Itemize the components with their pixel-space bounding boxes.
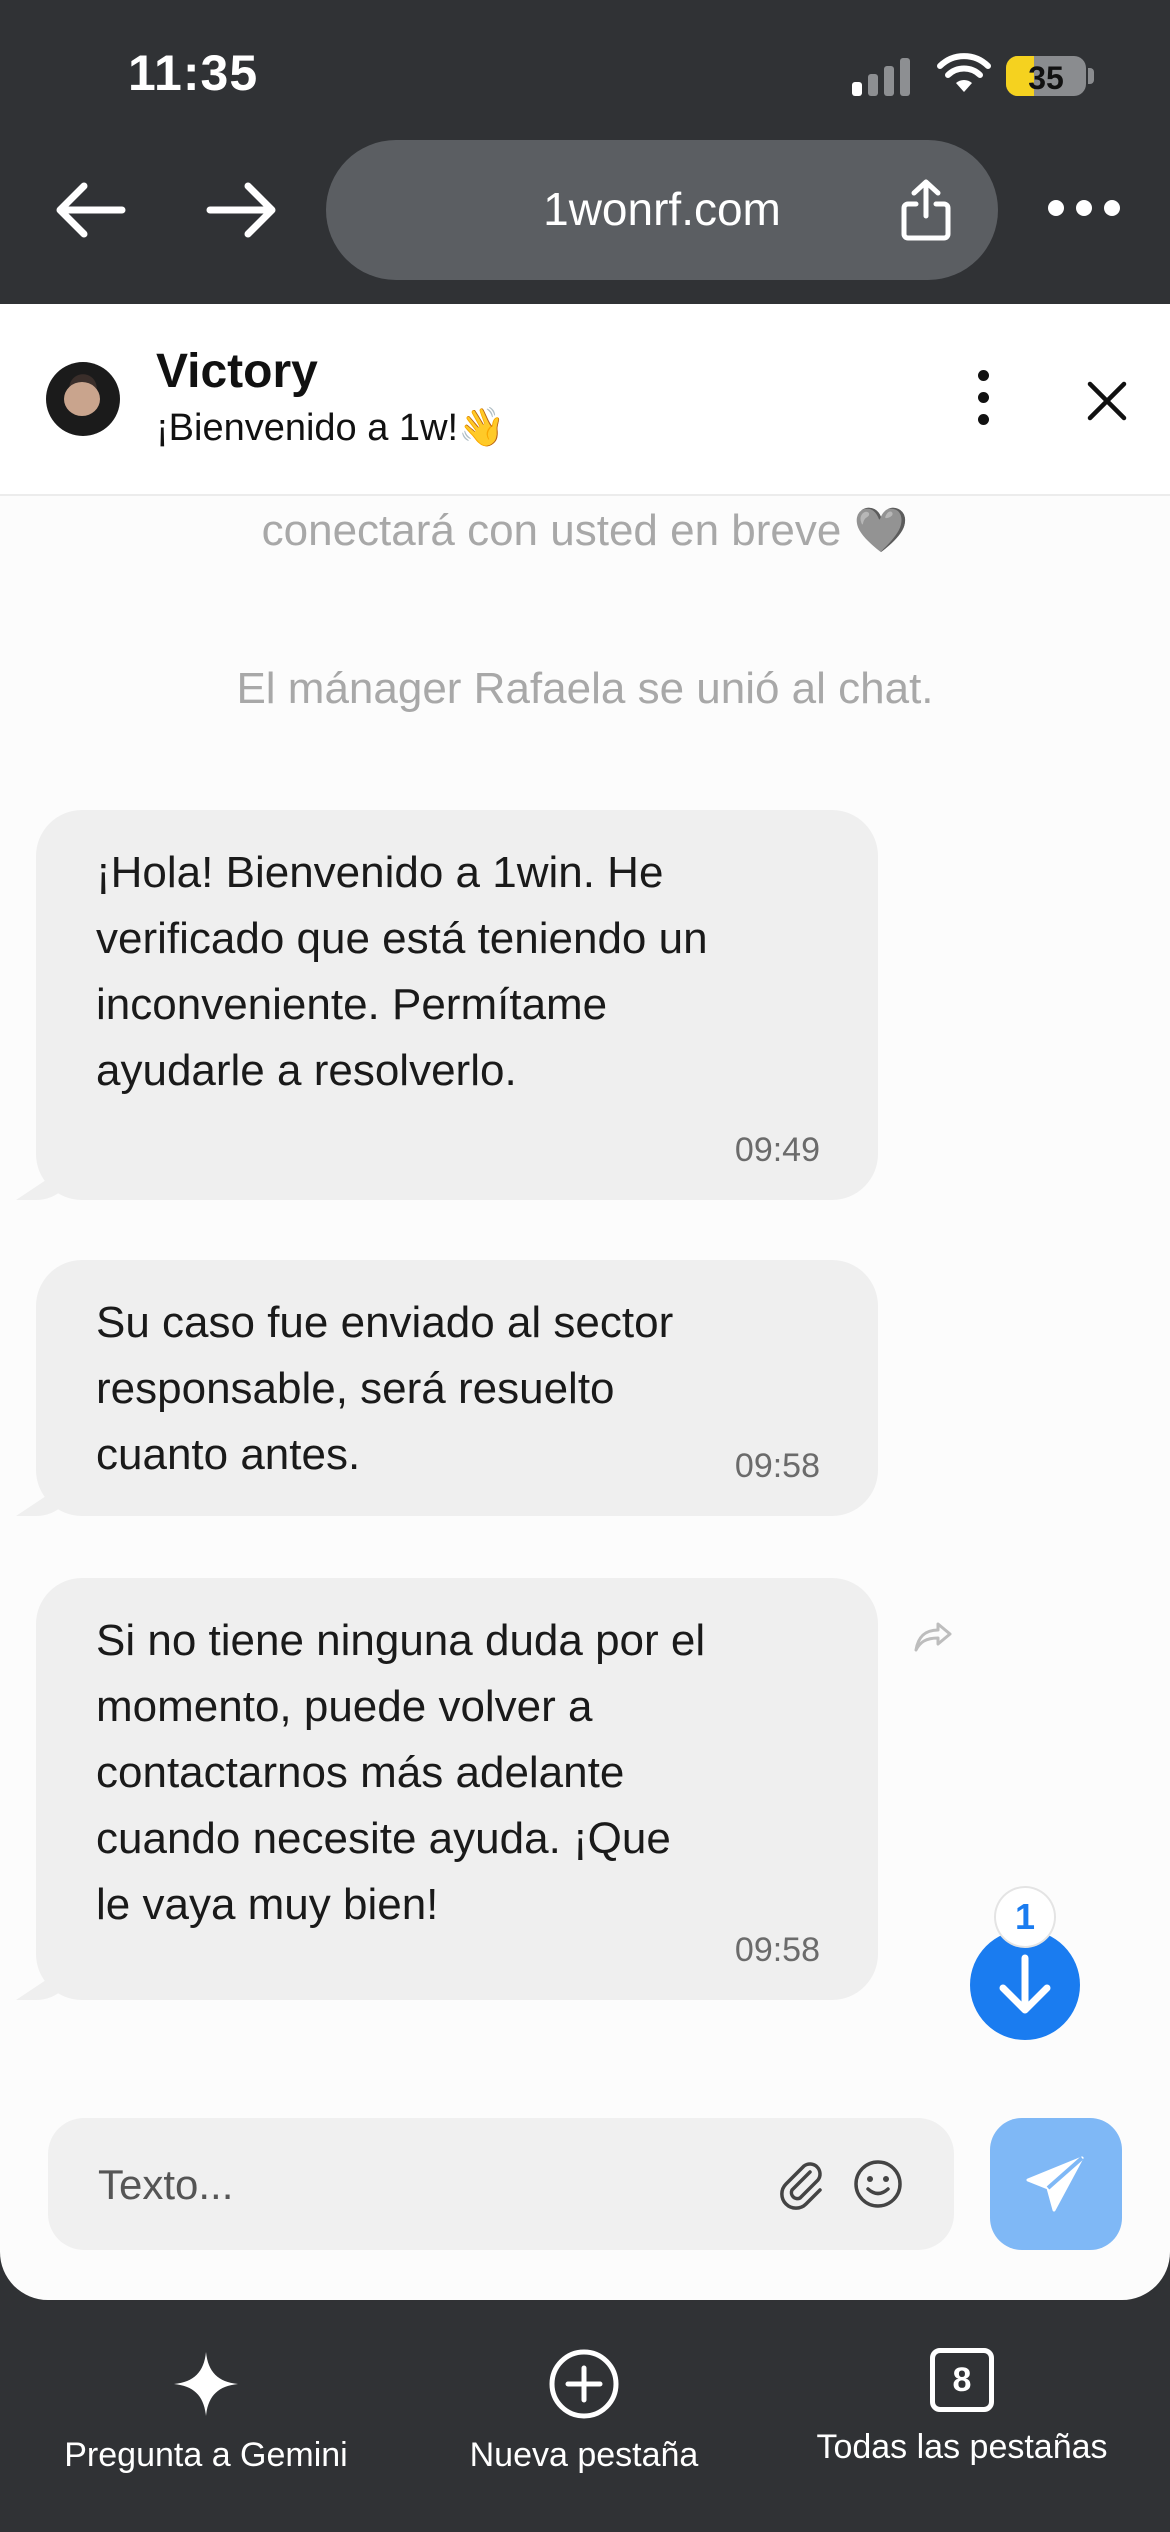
chat-widget: Victory ¡Bienvenido a 1w!👋 conectará con… xyxy=(0,304,1170,2300)
emoji-icon[interactable] xyxy=(852,2158,904,2210)
paperclip-icon[interactable] xyxy=(776,2158,828,2210)
cellular-signal-icon xyxy=(852,56,914,96)
message-input[interactable] xyxy=(96,2118,780,2252)
status-time: 11:35 xyxy=(128,45,259,101)
status-bar: 11:35 35 xyxy=(0,0,1170,150)
forward-message-icon[interactable] xyxy=(912,1620,954,1654)
wifi-icon xyxy=(937,53,991,92)
forward-arrow-icon[interactable] xyxy=(202,180,282,240)
plus-circle-icon xyxy=(549,2349,619,2419)
gemini-label: Pregunta a Gemini xyxy=(64,2436,348,2474)
scroll-to-bottom-button[interactable] xyxy=(970,1930,1080,2040)
message-input-box xyxy=(48,2118,954,2252)
message-text: Su caso fue enviado al sector responsabl… xyxy=(96,1298,674,1479)
battery-percent: 35 xyxy=(1028,60,1064,96)
share-icon[interactable] xyxy=(898,178,954,242)
more-options-icon[interactable] xyxy=(1048,196,1120,220)
browser-window: 11:35 35 1wonrf.com Victory ¡Bienvenido … xyxy=(0,0,1170,2532)
message-text: ¡Hola! Bienvenido a 1win. He verificado … xyxy=(96,848,708,1095)
unread-count-badge: 1 xyxy=(996,1888,1054,1946)
all-tabs-button[interactable]: 8 Todas las pestañas xyxy=(802,2348,1122,2467)
all-tabs-label: Todas las pestañas xyxy=(816,2428,1108,2466)
chat-menu-icon[interactable] xyxy=(970,366,998,430)
agent-avatar xyxy=(46,362,120,436)
sparkle-icon xyxy=(174,2352,238,2416)
browser-toolbar: Pregunta a Gemini Nueva pestaña 8 Todas … xyxy=(0,2300,1170,2532)
new-tab-button[interactable]: Nueva pestaña xyxy=(450,2348,718,2475)
address-bar[interactable]: 1wonrf.com xyxy=(326,140,998,280)
system-message: El mánager Rafaela se unió al chat. xyxy=(236,664,934,713)
tabs-icon: 8 xyxy=(930,2348,994,2412)
message-text: Si no tiene ninguna duda por el momento,… xyxy=(96,1616,706,1929)
tab-count: 8 xyxy=(952,2361,972,2399)
close-icon[interactable] xyxy=(1086,380,1128,422)
send-button[interactable] xyxy=(990,2118,1122,2250)
message-bubble: ¡Hola! Bienvenido a 1win. He verificado … xyxy=(36,810,878,1200)
message-time: 09:49 xyxy=(734,1131,820,1169)
battery-icon: 35 xyxy=(1006,56,1086,96)
message-time: 09:58 xyxy=(734,1931,820,1969)
agent-greeting: ¡Bienvenido a 1w!👋 xyxy=(156,407,506,449)
chat-header: Victory ¡Bienvenido a 1w!👋 xyxy=(0,304,1170,496)
system-message: conectará con usted en breve 🩶 xyxy=(261,506,909,555)
back-arrow-icon[interactable] xyxy=(50,180,130,240)
message-bubble: Su caso fue enviado al sector responsabl… xyxy=(36,1260,878,1516)
send-icon xyxy=(1026,2156,1084,2212)
message-time: 09:58 xyxy=(734,1447,820,1485)
new-tab-label: Nueva pestaña xyxy=(469,2436,699,2474)
message-bubble: Si no tiene ninguna duda por el momento,… xyxy=(36,1578,878,2000)
battery-cap xyxy=(1088,68,1094,84)
arrow-down-icon xyxy=(999,1954,1051,2014)
gemini-button[interactable]: Pregunta a Gemini xyxy=(58,2348,354,2475)
agent-name: Victory xyxy=(156,345,318,398)
